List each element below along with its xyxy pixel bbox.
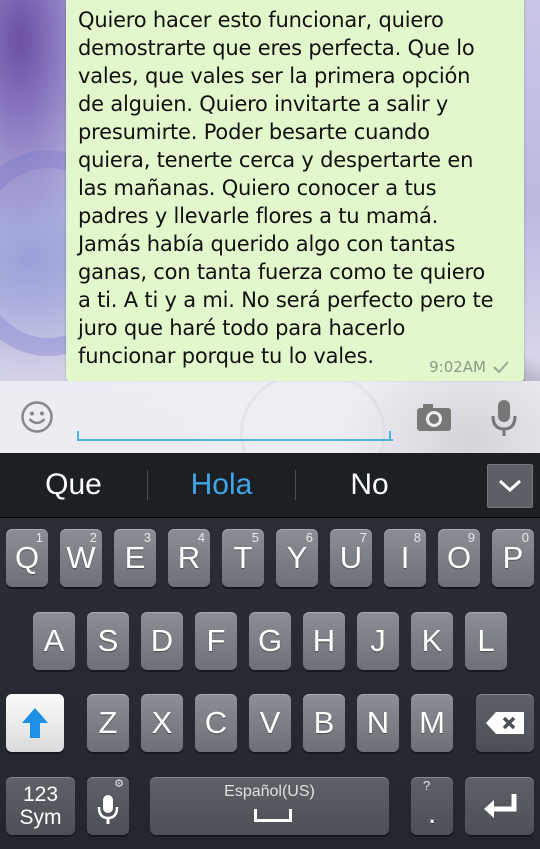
key-label: R [177, 540, 201, 575]
key-label: O [446, 540, 472, 575]
key-y[interactable]: 6 Y [276, 529, 318, 587]
suggestion-item[interactable]: Que [0, 453, 147, 517]
key-a[interactable]: A [33, 612, 75, 670]
key-label: Q [14, 540, 40, 575]
space-key-label: Español(US) [224, 783, 315, 800]
key-g[interactable]: G [249, 612, 291, 670]
settings-hint-icon: ⚙ [114, 778, 124, 790]
key-e[interactable]: 3 E [114, 529, 156, 587]
enter-arrow-icon [484, 794, 517, 818]
shift-key[interactable] [6, 694, 64, 752]
key-label: S [97, 623, 119, 658]
compose-bar [0, 381, 540, 453]
key-f[interactable]: F [195, 612, 237, 670]
key-label: T [233, 540, 253, 575]
key-x[interactable]: X [141, 694, 183, 752]
suggestion-item[interactable]: No [296, 453, 443, 517]
suggestion-item-selected[interactable]: Hola [148, 453, 295, 517]
key-z[interactable]: Z [87, 694, 129, 752]
symbols-label-bottom: Sym [19, 806, 62, 829]
key-label: W [66, 540, 96, 575]
soft-keyboard: Que Hola No 1 Q 2 W 3 E 4 R 5 T 6 Y 7 U [0, 453, 540, 849]
key-label: N [366, 705, 390, 740]
key-p[interactable]: 0 P [492, 529, 534, 587]
key-label: D [150, 623, 174, 658]
key-label: E [124, 540, 146, 575]
key-q[interactable]: 1 Q [6, 529, 48, 587]
message-input[interactable] [77, 403, 393, 441]
smiley-icon[interactable] [20, 400, 54, 434]
key-label: B [313, 705, 335, 740]
key-v[interactable]: V [249, 694, 291, 752]
backspace-key[interactable] [476, 694, 534, 752]
backspace-icon [486, 712, 524, 734]
key-label: A [43, 623, 65, 658]
key-label: F [206, 623, 226, 658]
chevron-down-icon [498, 479, 522, 493]
key-m[interactable]: M [411, 694, 453, 752]
key-label: C [204, 705, 228, 740]
key-label: G [257, 623, 283, 658]
key-label: L [477, 623, 495, 658]
key-hint: ? [423, 778, 431, 793]
voice-input-key[interactable]: ⚙ [87, 777, 129, 835]
message-bubble[interactable]: Quiero hacer esto funcionar, quiero demo… [66, 0, 524, 381]
key-l[interactable]: L [465, 612, 507, 670]
key-label: X [151, 705, 173, 740]
space-icon [254, 809, 292, 822]
key-h[interactable]: H [303, 612, 345, 670]
key-t[interactable]: 5 T [222, 529, 264, 587]
key-n[interactable]: N [357, 694, 399, 752]
key-j[interactable]: J [357, 612, 399, 670]
input-underline-edge [77, 431, 79, 439]
key-o[interactable]: 9 O [438, 529, 480, 587]
microphone-icon[interactable] [490, 398, 518, 438]
collapse-keyboard-button[interactable] [487, 464, 533, 508]
key-label: Y [286, 540, 308, 575]
single-check-icon [492, 360, 510, 374]
suggestion-bar: Que Hola No [0, 453, 540, 518]
enter-key[interactable] [465, 777, 534, 835]
message-text: Quiero hacer esto funcionar, quiero demo… [78, 8, 494, 368]
key-label: . [427, 794, 437, 830]
key-s[interactable]: S [87, 612, 129, 670]
key-label: I [400, 540, 410, 575]
key-label: Z [98, 705, 118, 740]
key-c[interactable]: C [195, 694, 237, 752]
key-d[interactable]: D [141, 612, 183, 670]
key-label: P [502, 540, 524, 575]
shift-arrow-icon [22, 708, 48, 738]
key-label: J [370, 623, 386, 658]
chat-wallpaper: Quiero hacer esto funcionar, quiero demo… [0, 0, 540, 453]
key-r[interactable]: 4 R [168, 529, 210, 587]
key-label: K [421, 623, 443, 658]
camera-icon[interactable] [415, 401, 453, 433]
key-label: H [312, 623, 336, 658]
key-b[interactable]: B [303, 694, 345, 752]
symbols-key[interactable]: 123 Sym [6, 777, 75, 835]
key-u[interactable]: 7 U [330, 529, 372, 587]
key-k[interactable]: K [411, 612, 453, 670]
input-underline-edge [389, 431, 391, 439]
symbols-key-label: 123 Sym [6, 783, 75, 829]
key-label: U [339, 540, 363, 575]
period-key[interactable]: ? . [411, 777, 453, 835]
key-label: V [259, 705, 281, 740]
message-time: 9:02AM [429, 358, 486, 376]
symbols-label-top: 123 [22, 783, 59, 806]
microphone-icon [97, 795, 119, 824]
space-key[interactable]: Español(US) [150, 777, 389, 835]
message-meta: 9:02AM [429, 358, 510, 376]
key-label: M [419, 705, 445, 740]
key-i[interactable]: 8 I [384, 529, 426, 587]
key-w[interactable]: 2 W [60, 529, 102, 587]
